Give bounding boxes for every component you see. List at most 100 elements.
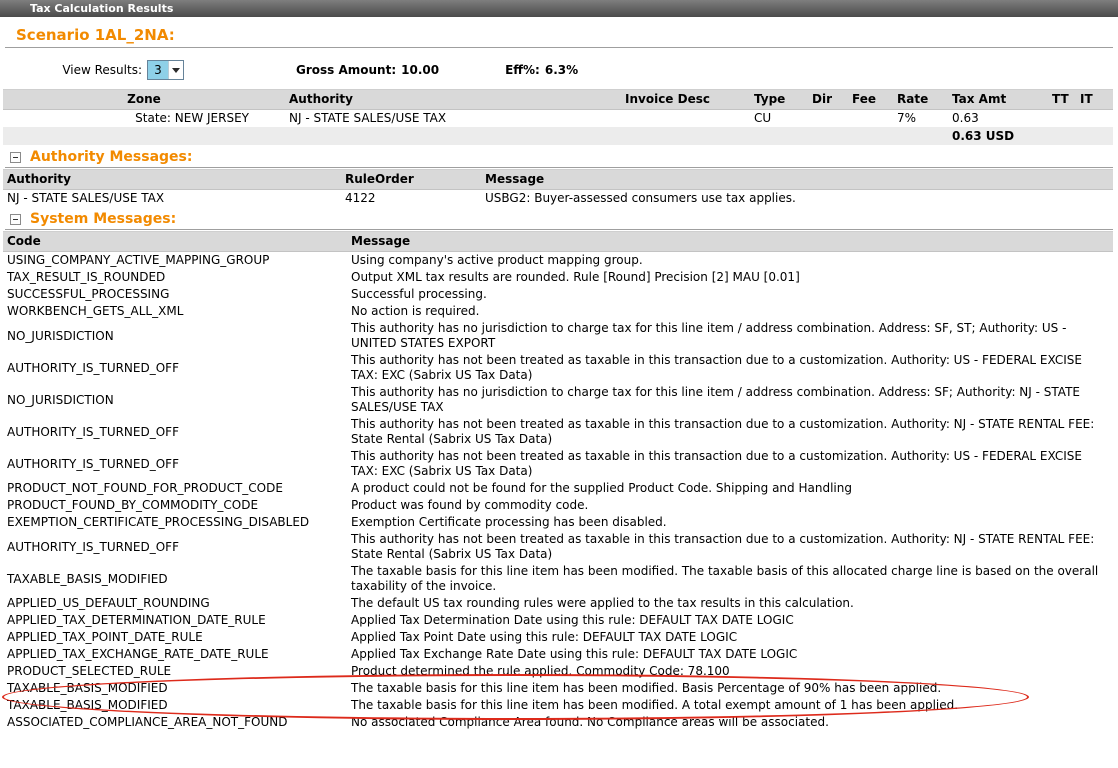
message-code-cell: SUCCESSFUL_PROCESSING [3, 286, 347, 303]
system-message-row: AUTHORITY_IS_TURNED_OFFThis authority ha… [3, 531, 1113, 563]
message-text-cell: Applied Tax Point Date using this rule: … [347, 629, 1113, 646]
system-message-row: PRODUCT_NOT_FOUND_FOR_PRODUCT_CODEA prod… [3, 480, 1113, 497]
col-header-message: Message [347, 232, 1113, 252]
chevron-down-icon [168, 61, 183, 79]
col-header-tt: TT [1048, 90, 1076, 110]
message-text-cell: Using company's active product mapping g… [347, 252, 1113, 270]
total-tax-amount: 0.63 USD [948, 127, 1048, 145]
message-code-cell: PRODUCT_FOUND_BY_COMMODITY_CODE [3, 497, 347, 514]
system-messages-header-row: Code Message [3, 232, 1113, 252]
collapse-minus-icon[interactable] [10, 152, 21, 163]
message-code-cell: AUTHORITY_IS_TURNED_OFF [3, 416, 347, 448]
system-message-row: APPLIED_TAX_POINT_DATE_RULEApplied Tax P… [3, 629, 1113, 646]
total-row-spacer [3, 127, 948, 145]
scenario-heading: Scenario 1AL_2NA: [16, 26, 1118, 44]
message-code-cell: TAXABLE_BASIS_MODIFIED [3, 697, 347, 714]
col-header-rate: Rate [893, 90, 948, 110]
authority-message-cell: 4122 [341, 190, 481, 208]
col-header-it: IT [1076, 90, 1113, 110]
system-messages-section-heading: System Messages: [10, 211, 1118, 227]
message-code-cell: APPLIED_TAX_POINT_DATE_RULE [3, 629, 347, 646]
message-text-cell: Successful processing. [347, 286, 1113, 303]
message-text-cell: Product determined the rule applied. Com… [347, 663, 1113, 680]
content-area: Scenario 1AL_2NA: View Results: 3 Gross … [0, 26, 1118, 731]
page-title: Tax Calculation Results [30, 2, 173, 15]
message-text-cell: This authority has not been treated as t… [347, 416, 1113, 448]
gross-amount-label: Gross Amount: [296, 63, 396, 77]
message-code-cell: AUTHORITY_IS_TURNED_OFF [3, 352, 347, 384]
authority-messages-table: Authority RuleOrder Message NJ - STATE S… [3, 169, 1113, 207]
system-messages-table: Code Message USING_COMPANY_ACTIVE_MAPPIN… [3, 231, 1113, 731]
system-message-row: TAXABLE_BASIS_MODIFIEDThe taxable basis … [3, 563, 1113, 595]
message-code-cell: TAX_RESULT_IS_ROUNDED [3, 269, 347, 286]
message-code-cell: AUTHORITY_IS_TURNED_OFF [3, 448, 347, 480]
system-message-row: AUTHORITY_IS_TURNED_OFFThis authority ha… [3, 416, 1113, 448]
col-header-invoice-desc: Invoice Desc [585, 90, 750, 110]
col-header-authority-name: Authority [3, 170, 341, 190]
message-code-cell: TAXABLE_BASIS_MODIFIED [3, 680, 347, 697]
results-total-row: 0.63 USD [3, 127, 1113, 145]
message-text-cell: No action is required. [347, 303, 1113, 320]
message-text-cell: Output XML tax results are rounded. Rule… [347, 269, 1113, 286]
col-header-dir: Dir [808, 90, 848, 110]
results-row: State: NEW JERSEYNJ - STATE SALES/USE TA… [3, 110, 1113, 128]
view-results-select[interactable]: 3 [147, 60, 184, 80]
results-cell [808, 110, 848, 128]
message-text-cell: This authority has not been treated as t… [347, 448, 1113, 480]
authority-messages-section-heading: Authority Messages: [10, 149, 1118, 165]
col-header-tax-amt: Tax Amt [948, 90, 1048, 110]
message-code-cell: APPLIED_US_DEFAULT_ROUNDING [3, 595, 347, 612]
gross-amount-value: 10.00 [401, 63, 439, 77]
message-text-cell: No associated Compliance Area found. No … [347, 714, 1113, 731]
col-header-type: Type [750, 90, 808, 110]
system-message-row: TAXABLE_BASIS_MODIFIEDThe taxable basis … [3, 697, 1113, 714]
message-code-cell: WORKBENCH_GETS_ALL_XML [3, 303, 347, 320]
authority-message-cell: USBG2: Buyer-assessed consumers use tax … [481, 190, 1113, 208]
message-text-cell: Applied Tax Exchange Rate Date using thi… [347, 646, 1113, 663]
results-cell: 7% [893, 110, 948, 128]
message-code-cell: APPLIED_TAX_DETERMINATION_DATE_RULE [3, 612, 347, 629]
authority-messages-header-row: Authority RuleOrder Message [3, 170, 1113, 190]
divider [5, 167, 1113, 168]
message-text-cell: The taxable basis for this line item has… [347, 563, 1113, 595]
col-header-rule-order: RuleOrder [341, 170, 481, 190]
view-results-selected-value: 3 [148, 61, 168, 79]
system-messages-heading: System Messages: [30, 211, 176, 227]
system-message-row: SUCCESSFUL_PROCESSINGSuccessful processi… [3, 286, 1113, 303]
authority-messages-heading: Authority Messages: [30, 149, 192, 165]
col-header-fee: Fee [848, 90, 893, 110]
message-code-cell: TAXABLE_BASIS_MODIFIED [3, 563, 347, 595]
message-text-cell: This authority has not been treated as t… [347, 352, 1113, 384]
results-cell [1048, 110, 1076, 128]
message-code-cell: NO_JURISDICTION [3, 384, 347, 416]
message-code-cell: PRODUCT_SELECTED_RULE [3, 663, 347, 680]
authority-message-row: NJ - STATE SALES/USE TAX4122USBG2: Buyer… [3, 190, 1113, 208]
results-cell [848, 110, 893, 128]
system-message-row: WORKBENCH_GETS_ALL_XMLNo action is requi… [3, 303, 1113, 320]
system-message-row: PRODUCT_FOUND_BY_COMMODITY_CODEProduct w… [3, 497, 1113, 514]
col-header-code: Code [3, 232, 347, 252]
message-code-cell: AUTHORITY_IS_TURNED_OFF [3, 531, 347, 563]
authority-message-cell: NJ - STATE SALES/USE TAX [3, 190, 341, 208]
message-text-cell: Product was found by commodity code. [347, 497, 1113, 514]
message-code-cell: EXEMPTION_CERTIFICATE_PROCESSING_DISABLE… [3, 514, 347, 531]
message-code-cell: APPLIED_TAX_EXCHANGE_RATE_DATE_RULE [3, 646, 347, 663]
effective-rate-label: Eff%: [505, 63, 540, 77]
results-cell: CU [750, 110, 808, 128]
gross-amount: Gross Amount: 10.00 [296, 63, 439, 77]
divider [5, 47, 1113, 48]
message-code-cell: USING_COMPANY_ACTIVE_MAPPING_GROUP [3, 252, 347, 270]
message-code-cell: NO_JURISDICTION [3, 320, 347, 352]
system-message-row: TAXABLE_BASIS_MODIFIEDThe taxable basis … [3, 680, 1113, 697]
col-header-message: Message [481, 170, 1113, 190]
message-text-cell: Exemption Certificate processing has bee… [347, 514, 1113, 531]
message-text-cell: This authority has not been treated as t… [347, 531, 1113, 563]
collapse-minus-icon[interactable] [10, 214, 21, 225]
system-message-row: PRODUCT_SELECTED_RULEProduct determined … [3, 663, 1113, 680]
message-text-cell: Applied Tax Determination Date using thi… [347, 612, 1113, 629]
system-message-row: EXEMPTION_CERTIFICATE_PROCESSING_DISABLE… [3, 514, 1113, 531]
message-text-cell: The taxable basis for this line item has… [347, 697, 1113, 714]
message-code-cell: PRODUCT_NOT_FOUND_FOR_PRODUCT_CODE [3, 480, 347, 497]
system-message-row: APPLIED_US_DEFAULT_ROUNDINGThe default U… [3, 595, 1113, 612]
system-message-row: TAX_RESULT_IS_ROUNDEDOutput XML tax resu… [3, 269, 1113, 286]
